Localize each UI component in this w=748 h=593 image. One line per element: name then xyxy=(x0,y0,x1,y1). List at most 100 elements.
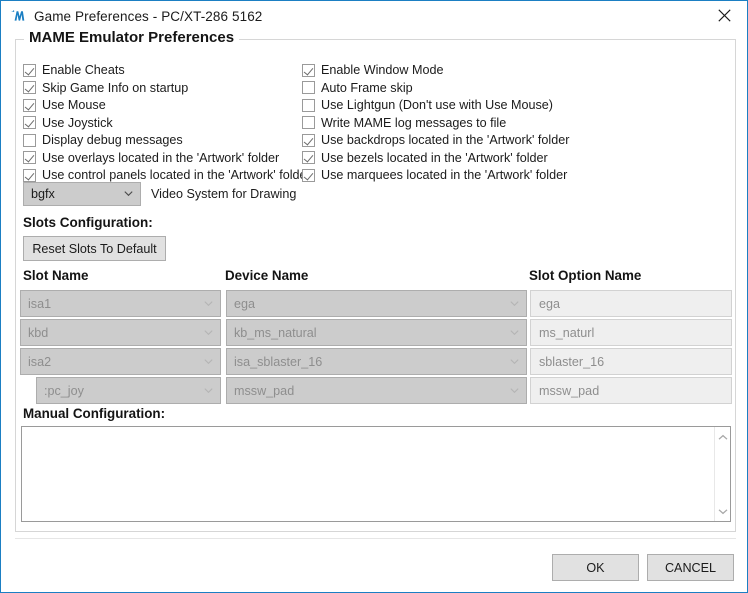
video-system-row: bgfx Video System for Drawing xyxy=(23,182,296,206)
video-system-value: bgfx xyxy=(31,187,55,201)
groupbox-title: MAME Emulator Preferences xyxy=(24,29,240,46)
checkbox-label: Auto Frame skip xyxy=(321,80,413,95)
reset-slots-to-default-button[interactable]: Reset Slots To Default xyxy=(23,236,166,261)
manual-configuration-scrollbar[interactable] xyxy=(714,427,730,521)
chevron-down-icon xyxy=(510,299,519,308)
slot-name-value: isa2 xyxy=(28,354,52,369)
device-name-value: ega xyxy=(234,296,256,311)
close-icon[interactable] xyxy=(701,1,747,30)
scroll-down-icon[interactable] xyxy=(716,504,730,518)
table-row: isa2 isa_sblaster_16 sblaster_16 xyxy=(16,348,735,377)
checkbox-box[interactable] xyxy=(302,116,315,129)
slot-name-dropdown[interactable]: :pc_joy xyxy=(36,377,221,404)
checkbox-box[interactable] xyxy=(23,63,36,77)
chevron-down-icon xyxy=(510,328,519,337)
device-name-cell: ega xyxy=(226,290,527,317)
device-name-dropdown[interactable]: kb_ms_natural xyxy=(226,319,527,346)
checkbox-box[interactable] xyxy=(302,133,315,147)
checkbox-label: Use Lightgun (Don't use with Use Mouse) xyxy=(321,98,554,112)
table-row: kbd kb_ms_natural ms_naturl xyxy=(16,319,735,348)
checkbox-box[interactable] xyxy=(23,98,36,112)
checkbox-box[interactable] xyxy=(302,98,315,112)
checkbox-label: Use overlays located in the 'Artwork' fo… xyxy=(42,150,280,165)
checkbox-box[interactable] xyxy=(302,151,315,164)
table-row: isa1 ega ega xyxy=(16,290,735,319)
device-name-cell: mssw_pad xyxy=(226,377,527,404)
video-system-dropdown[interactable]: bgfx xyxy=(23,182,141,206)
slot-option-name-cell: ega xyxy=(530,290,732,317)
device-name-dropdown[interactable]: ega xyxy=(226,290,527,317)
checkbox-use-bezels[interactable]: Use bezels located in the 'Artwork' fold… xyxy=(302,150,569,166)
slot-name-cell: :pc_joy xyxy=(36,377,221,404)
slot-option-name-field[interactable]: ega xyxy=(530,290,732,317)
checkbox-use-lightgun[interactable]: Use Lightgun (Don't use with Use Mouse) xyxy=(302,97,569,113)
checkbox-enable-window-mode[interactable]: Enable Window Mode xyxy=(302,62,569,78)
slot-name-value: isa1 xyxy=(28,296,52,311)
device-name-value: mssw_pad xyxy=(234,383,295,398)
checkbox-use-control-panels[interactable]: Use control panels located in the 'Artwo… xyxy=(23,167,311,183)
device-name-dropdown[interactable]: mssw_pad xyxy=(226,377,527,404)
slot-name-dropdown[interactable]: kbd xyxy=(20,319,221,346)
checkbox-label: Enable Window Mode xyxy=(321,63,444,77)
checkbox-label: Skip Game Info on startup xyxy=(42,80,189,95)
slot-name-cell: isa1 xyxy=(20,290,221,317)
checkbox-label: Use bezels located in the 'Artwork' fold… xyxy=(321,150,548,165)
checkbox-box[interactable] xyxy=(23,168,36,182)
cancel-button[interactable]: CANCEL xyxy=(647,554,734,581)
checkbox-display-debug-messages[interactable]: Display debug messages xyxy=(23,132,311,148)
scroll-up-icon[interactable] xyxy=(716,430,730,444)
ok-button[interactable]: OK xyxy=(552,554,639,581)
slot-name-dropdown[interactable]: isa1 xyxy=(20,290,221,317)
checkbox-auto-frame-skip[interactable]: Auto Frame skip xyxy=(302,80,569,96)
checkbox-use-mouse[interactable]: Use Mouse xyxy=(23,97,311,113)
chevron-down-icon xyxy=(204,299,213,308)
slot-option-name-field[interactable]: sblaster_16 xyxy=(530,348,732,375)
checkbox-use-backdrops[interactable]: Use backdrops located in the 'Artwork' f… xyxy=(302,132,569,148)
slot-name-dropdown[interactable]: isa2 xyxy=(20,348,221,375)
window-title: Game Preferences - PC/XT-286 5162 xyxy=(34,8,263,24)
manual-configuration-input[interactable] xyxy=(22,427,714,521)
checkbox-column-left: Enable Cheats Skip Game Info on startup … xyxy=(23,62,311,185)
slot-option-name-field[interactable]: ms_naturl xyxy=(530,319,732,346)
checkbox-box[interactable] xyxy=(302,63,315,77)
slot-name-cell: kbd xyxy=(20,319,221,346)
device-name-dropdown[interactable]: isa_sblaster_16 xyxy=(226,348,527,375)
checkbox-label: Display debug messages xyxy=(42,133,183,147)
mame-emulator-preferences-group: MAME Emulator Preferences Enable Cheats … xyxy=(15,29,736,532)
checkbox-box[interactable] xyxy=(23,133,36,147)
checkbox-use-marquees[interactable]: Use marquees located in the 'Artwork' fo… xyxy=(302,167,569,183)
chevron-down-icon xyxy=(204,328,213,337)
slot-option-name-cell: mssw_pad xyxy=(530,377,732,404)
checkbox-box[interactable] xyxy=(23,116,36,129)
manual-configuration-area xyxy=(21,426,731,522)
checkbox-box[interactable] xyxy=(23,81,36,94)
slot-option-name-field[interactable]: mssw_pad xyxy=(530,377,732,404)
checkbox-box[interactable] xyxy=(23,151,36,164)
footer-buttons: OK CANCEL xyxy=(552,554,734,581)
column-header-device-name: Device Name xyxy=(225,268,309,283)
column-header-slot-option-name: Slot Option Name xyxy=(529,268,642,283)
checkbox-use-joystick[interactable]: Use Joystick xyxy=(23,115,311,131)
slot-option-name-cell: sblaster_16 xyxy=(530,348,732,375)
device-name-value: kb_ms_natural xyxy=(234,325,317,340)
column-header-slot-name: Slot Name xyxy=(23,268,89,283)
chevron-down-icon xyxy=(204,386,213,395)
manual-configuration-heading: Manual Configuration: xyxy=(23,406,166,421)
checkbox-label: Use control panels located in the 'Artwo… xyxy=(42,168,311,182)
checkbox-write-mame-log[interactable]: Write MAME log messages to file xyxy=(302,115,569,131)
video-system-label: Video System for Drawing xyxy=(151,187,297,201)
checkbox-box[interactable] xyxy=(302,168,315,182)
chevron-down-icon xyxy=(204,357,213,366)
checkbox-label: Enable Cheats xyxy=(42,63,125,77)
slots-configuration-heading: Slots Configuration: xyxy=(23,215,153,230)
chevron-down-icon xyxy=(124,189,133,198)
slot-name-cell: isa2 xyxy=(20,348,221,375)
checkbox-skip-game-info[interactable]: Skip Game Info on startup xyxy=(23,80,311,96)
checkbox-enable-cheats[interactable]: Enable Cheats xyxy=(23,62,311,78)
checkbox-label: Use Joystick xyxy=(42,115,113,130)
slot-option-name-cell: ms_naturl xyxy=(530,319,732,346)
slot-name-value: kbd xyxy=(28,325,49,340)
checkbox-box[interactable] xyxy=(302,81,315,94)
checkbox-use-overlays[interactable]: Use overlays located in the 'Artwork' fo… xyxy=(23,150,311,166)
table-row: :pc_joy mssw_pad mssw_pad xyxy=(16,377,735,406)
